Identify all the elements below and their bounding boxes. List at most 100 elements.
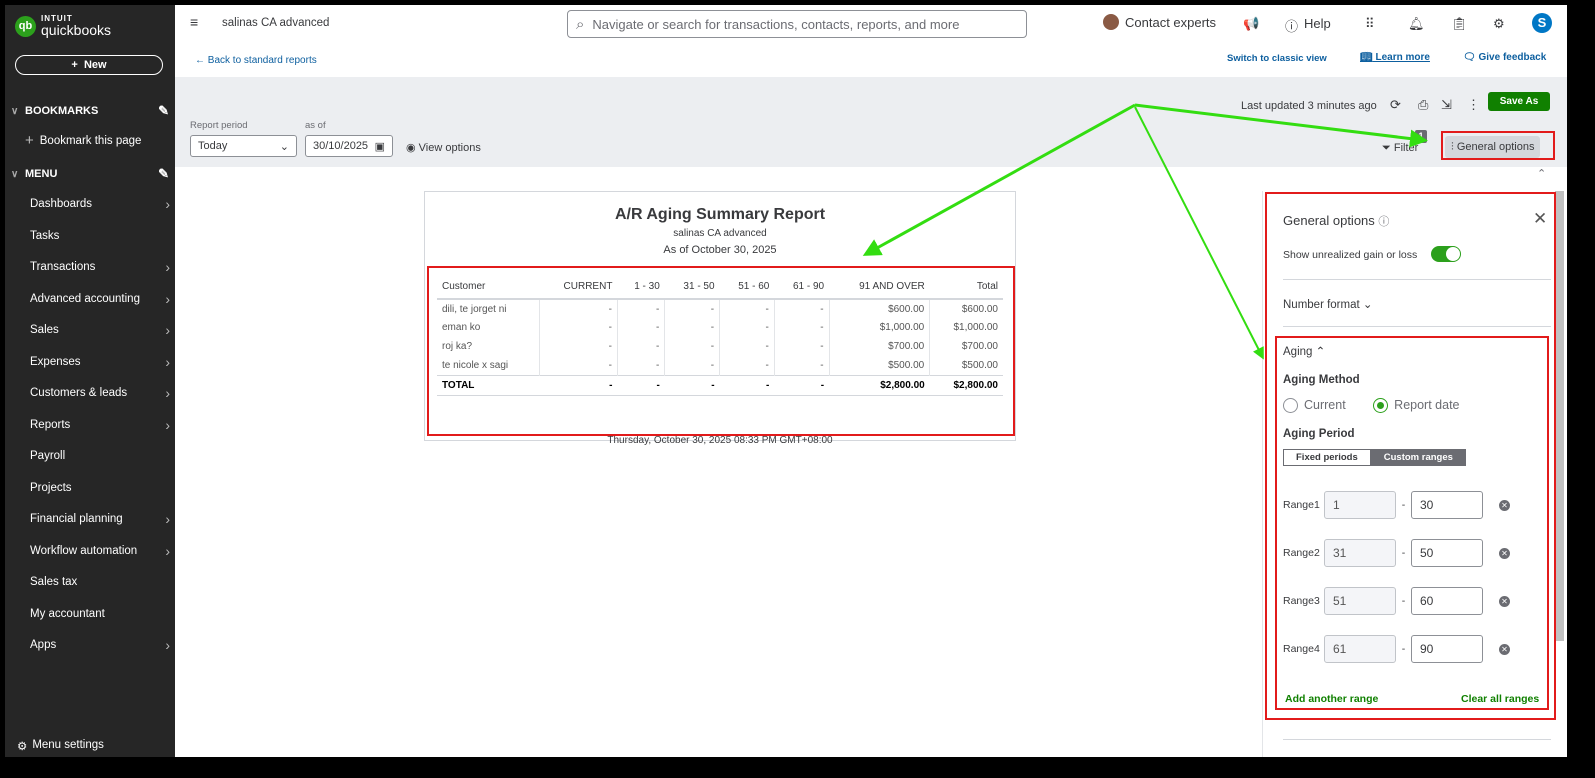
column-header[interactable]: Total [929, 274, 1003, 300]
table-cell[interactable]: $1,000.00 [929, 318, 1003, 337]
custom-ranges-tab[interactable]: Custom ranges [1370, 449, 1466, 466]
table-cell[interactable]: $700.00 [828, 337, 930, 356]
help-button[interactable]: ⓘ Help [1285, 16, 1331, 35]
total-cell: $2,800.00 [829, 374, 930, 396]
radio-report-date[interactable]: Report date [1373, 398, 1460, 414]
search-icon: ⌕ [576, 15, 585, 33]
sidebar-item[interactable]: Sales tax [30, 576, 170, 588]
menu-section[interactable]: ∨ MENU ✎ [11, 166, 169, 182]
radio-report-date-label: Report date [1394, 398, 1460, 412]
gear-icon[interactable]: ⚙ [1493, 16, 1505, 32]
user-avatar[interactable]: S [1532, 13, 1552, 33]
calendar-icon[interactable]: ▣ [375, 140, 385, 153]
company-name: salinas CA advanced [222, 17, 330, 29]
remove-range-icon[interactable]: ✕ [1499, 499, 1510, 511]
general-options-panel: General options ⓘ ✕ Show unrealized gain… [1262, 191, 1555, 757]
sidebar-item[interactable]: Reports › [30, 418, 170, 432]
unrealized-toggle[interactable] [1431, 246, 1461, 262]
chevron-down-icon: ∨ [11, 105, 19, 117]
sidebar-item-label: Reports [30, 418, 71, 431]
give-feedback-link[interactable]: 🗨︎ Give feedback [1463, 52, 1546, 63]
megaphone-icon[interactable]: 📢 [1243, 16, 1259, 32]
view-options-button[interactable]: ◉ View options [406, 141, 481, 154]
sidebar-item[interactable]: Expenses › [30, 355, 170, 369]
clear-ranges-link[interactable]: Clear all ranges [1461, 693, 1539, 705]
total-row: TOTAL - - - - - $2,800.00 $2,800.00 [437, 374, 1003, 396]
new-button[interactable]: + New [15, 55, 163, 75]
search-input[interactable]: ⌕ Navigate or search for transactions, co… [567, 10, 1027, 38]
save-as-button[interactable]: Save As [1488, 92, 1550, 111]
remove-range-icon[interactable]: ✕ [1499, 547, 1510, 559]
collapse-chevron-up-icon[interactable]: ⌃ [1537, 167, 1546, 180]
radio-current[interactable]: Current [1283, 398, 1346, 414]
print-icon[interactable]: ⎙ [1418, 97, 1428, 113]
number-format-toggle[interactable]: Number format ⌄ [1283, 297, 1373, 311]
export-icon[interactable]: ⇲ [1441, 97, 1452, 113]
switch-classic-link[interactable]: Switch to classic view [1227, 53, 1327, 64]
range-to-input[interactable]: 30 [1411, 491, 1483, 519]
sidebar-item[interactable]: Dashboards › [30, 197, 170, 211]
sidebar-item[interactable]: Advanced accounting › [30, 292, 170, 306]
range-to-input[interactable]: 50 [1411, 539, 1483, 567]
table-cell[interactable]: $600.00 [828, 299, 930, 318]
aging-method-radios: Current Report date [1283, 398, 1460, 414]
feedback-icon: 🗨︎ [1463, 52, 1476, 63]
book-icon: 📖︎ [1360, 52, 1373, 63]
range-dash: - [1401, 547, 1406, 559]
range-to-input[interactable]: 90 [1411, 635, 1483, 663]
sidebar-item[interactable]: Apps › [30, 637, 170, 653]
bell-icon[interactable]: 🔔︎ [1408, 16, 1425, 32]
fixed-periods-tab[interactable]: Fixed periods [1283, 449, 1371, 466]
panel-scrollbar[interactable] [1555, 191, 1564, 641]
sidebar-item[interactable]: Sales › [30, 323, 170, 337]
pencil-icon[interactable]: ✎ [158, 166, 169, 182]
sidebar-item[interactable]: My accountant [30, 608, 170, 620]
chevron-right-icon: › [165, 637, 170, 653]
sidebar-item[interactable]: Financial planning › [30, 511, 170, 527]
total-cell: - [664, 374, 720, 396]
pencil-icon[interactable]: ✎ [158, 103, 169, 119]
apps-grid-icon[interactable]: ⠿ [1365, 16, 1375, 32]
back-to-reports-link[interactable]: ← Back to standard reports [195, 55, 317, 66]
more-icon[interactable]: ⋮ [1467, 97, 1480, 113]
range-dash: - [1401, 499, 1406, 511]
remove-range-icon[interactable]: ✕ [1499, 595, 1510, 607]
report-card: A/R Aging Summary Report salinas CA adva… [424, 191, 1016, 446]
help-icon[interactable]: ⓘ [1378, 216, 1389, 228]
menu-settings[interactable]: ⚙ Menu settings [17, 739, 157, 753]
range-row: Range1 1-30 ✕ [1283, 491, 1510, 519]
sidebar-item[interactable]: Workflow automation › [30, 544, 170, 558]
table-cell[interactable]: $700.00 [929, 337, 1003, 356]
clipboard-icon[interactable]: 📋︎ [1451, 16, 1468, 32]
learn-more-link[interactable]: 📖︎ Learn more [1360, 52, 1430, 63]
add-range-link[interactable]: Add another range [1285, 693, 1378, 705]
report-title: A/R Aging Summary Report [614, 206, 826, 223]
bookmark-this-page[interactable]: + Bookmark this page [25, 133, 165, 148]
refresh-icon[interactable]: ⟳ [1390, 97, 1401, 113]
panel-title-text: General options [1283, 213, 1375, 228]
range-to-input[interactable]: 60 [1411, 587, 1483, 615]
total-cell: - [617, 374, 665, 396]
filter-button[interactable]: ⏷ Filter [1382, 142, 1418, 155]
report-period-select[interactable]: Today ⌄ [190, 135, 297, 157]
sidebar-item[interactable]: Customers & leads › [30, 386, 170, 400]
sidebar-item[interactable]: Tasks [30, 230, 170, 242]
sidebar-item[interactable]: Projects [30, 482, 170, 494]
table-cell[interactable]: $1,000.00 [828, 318, 930, 337]
as-of-date-input[interactable]: 30/10/2025 ▣ [305, 135, 393, 157]
sidebar-item[interactable]: Transactions › [30, 260, 170, 274]
collapse-menu-icon[interactable]: ≡ [190, 14, 198, 30]
chevron-right-icon: › [165, 511, 170, 527]
table-cell[interactable]: $500.00 [929, 356, 1003, 375]
range-dash: - [1401, 643, 1406, 655]
bookmarks-section[interactable]: ∨ BOOKMARKS ✎ [11, 103, 169, 119]
general-options-button[interactable]: ⫶ General options [1445, 136, 1541, 158]
aging-toggle[interactable]: Aging ⌃ [1283, 344, 1325, 358]
quickbooks-logo[interactable]: qb INTUIT quickbooks [15, 15, 111, 37]
table-cell[interactable]: $500.00 [828, 356, 930, 375]
table-cell[interactable]: $600.00 [929, 299, 1003, 318]
contact-experts-button[interactable]: Contact experts [1103, 14, 1216, 30]
close-icon[interactable]: ✕ [1533, 209, 1547, 229]
remove-range-icon[interactable]: ✕ [1499, 643, 1510, 655]
sidebar-item[interactable]: Payroll [30, 450, 170, 462]
